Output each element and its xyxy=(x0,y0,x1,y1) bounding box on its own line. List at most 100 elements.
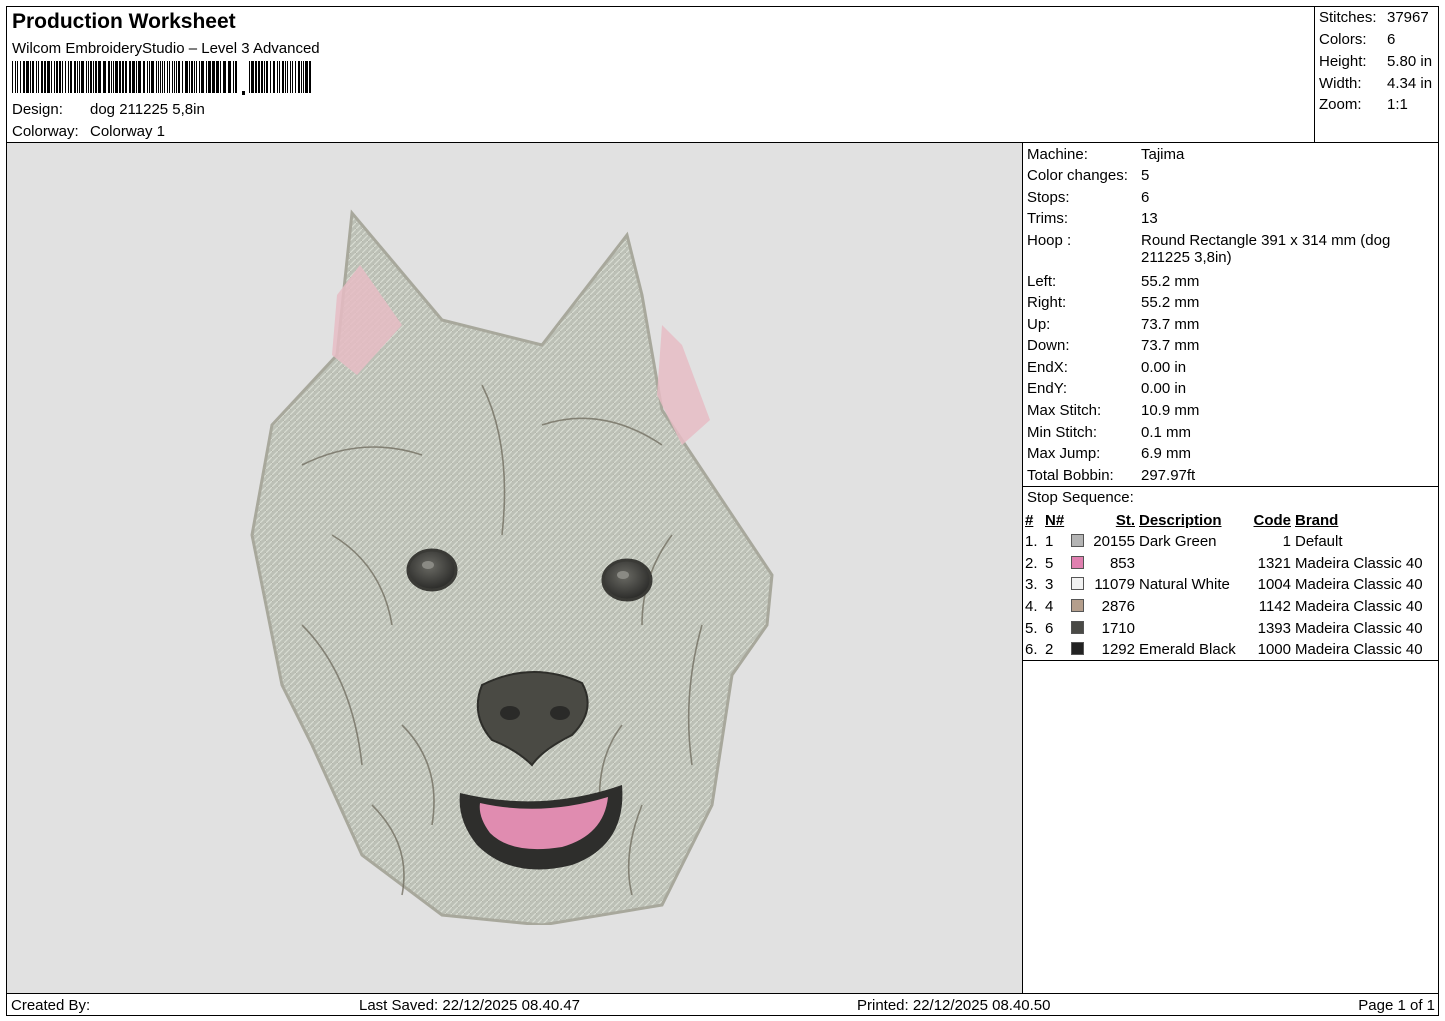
color-swatch-icon xyxy=(1071,642,1084,656)
stat-label: Width: xyxy=(1319,75,1362,92)
barcode-bar xyxy=(12,61,13,93)
barcode-bar xyxy=(138,61,141,93)
row-index: 5. xyxy=(1025,619,1038,637)
color-swatch-icon xyxy=(1071,577,1084,591)
barcode-bar xyxy=(178,61,180,93)
info-value: 13 xyxy=(1141,210,1158,227)
right-nostril xyxy=(550,706,570,720)
barcode-bar xyxy=(235,61,237,93)
barcode-bar xyxy=(151,61,154,93)
barcode-bar xyxy=(174,61,175,93)
row-stitches: 20155 xyxy=(1093,533,1135,551)
barcode-bar xyxy=(125,61,127,93)
barcode-bar xyxy=(216,61,219,93)
info-label: Stops: xyxy=(1027,189,1070,206)
row-swatch xyxy=(1071,574,1089,596)
row-description xyxy=(1139,617,1249,639)
row-stitches: 1710 xyxy=(1101,619,1135,637)
barcode-bar xyxy=(228,61,231,93)
barcode-bar xyxy=(305,61,308,93)
col-needle: N# xyxy=(1045,511,1065,529)
last-saved: Last Saved: 22/12/2025 08.40.47 xyxy=(359,997,581,1014)
stat-colors: Colors: 6 xyxy=(1319,31,1437,48)
header: Production Worksheet Wilcom EmbroiderySt… xyxy=(7,7,1315,143)
barcode-bar xyxy=(156,61,157,93)
barcode-bar xyxy=(182,61,183,93)
stat-stitches: Stitches: 37967 xyxy=(1319,9,1437,26)
stat-value: 1:1 xyxy=(1387,96,1408,113)
left-eye-highlight xyxy=(422,561,434,569)
info-value: 6.9 mm xyxy=(1141,445,1192,462)
barcode-bar xyxy=(301,61,302,93)
info-value: 0.1 mm xyxy=(1141,424,1192,441)
barcode-bar xyxy=(185,61,188,93)
color-swatch-icon xyxy=(1071,620,1084,634)
info-value: 55.2 mm xyxy=(1141,273,1200,290)
barcode-bar xyxy=(223,61,226,93)
colorway-value: Colorway 1 xyxy=(90,123,166,140)
barcode-bar xyxy=(285,61,286,93)
footer: Created By: Last Saved: 22/12/2025 08.40… xyxy=(7,993,1439,1016)
barcode-bar xyxy=(41,61,43,93)
info-label: Max Jump: xyxy=(1027,445,1101,462)
barcode-bar xyxy=(264,61,265,93)
barcode-bar xyxy=(149,61,150,93)
barcode-bar xyxy=(266,61,268,93)
barcode-bar xyxy=(32,61,34,93)
info-label: EndY: xyxy=(1027,380,1068,397)
barcode-bar xyxy=(79,61,80,93)
info-value: Round Rectangle 391 x 314 mm (dog 211225… xyxy=(1141,232,1391,266)
design-row: Design: dog 211225 5,8in xyxy=(12,101,205,118)
table-header-row: # N# St. Description Code Brand xyxy=(1025,509,1435,531)
col-index: # xyxy=(1025,511,1034,529)
barcode-bar xyxy=(167,61,168,93)
row-swatch xyxy=(1071,596,1089,618)
info-value: 73.7 mm xyxy=(1141,337,1200,354)
stat-value: 4.34 in xyxy=(1387,75,1433,92)
barcode-bar xyxy=(273,61,275,93)
stat-width: Width: 4.34 in xyxy=(1319,75,1437,92)
row-swatch xyxy=(1071,553,1089,575)
row-index: 1. xyxy=(1025,533,1038,551)
barcode-bar xyxy=(62,61,63,93)
barcode-bar xyxy=(15,61,16,93)
barcode-bar xyxy=(282,61,284,93)
barcode-bar xyxy=(270,61,271,93)
barcode-bar xyxy=(233,61,234,93)
left-nostril xyxy=(500,706,520,720)
row-code: 1004 xyxy=(1257,576,1291,594)
info-label: Left: xyxy=(1027,273,1057,290)
stat-value: 37967 xyxy=(1387,9,1429,26)
barcode-bar xyxy=(191,61,193,93)
row-description: Dark Green xyxy=(1139,533,1217,551)
page-title: Production Worksheet xyxy=(12,10,236,33)
info-label: Trims: xyxy=(1027,210,1069,227)
col-description: Description xyxy=(1139,511,1222,529)
stat-height: Height: 5.80 in xyxy=(1319,53,1437,70)
barcode-comma xyxy=(242,91,245,95)
barcode-bar xyxy=(255,61,257,93)
barcode-bar xyxy=(93,61,94,93)
colorway-row: Colorway: Colorway 1 xyxy=(12,123,165,140)
barcode-bar xyxy=(176,61,177,93)
stat-label: Stitches: xyxy=(1319,9,1377,26)
barcode-bar xyxy=(208,61,211,93)
barcode-bar xyxy=(279,61,280,93)
col-brand: Brand xyxy=(1295,511,1339,529)
barcode-bar xyxy=(206,61,207,93)
barcode-bar xyxy=(220,61,221,93)
row-brand: Madeira Classic 40 xyxy=(1295,641,1423,659)
row-brand: Madeira Classic 40 xyxy=(1295,554,1423,572)
col-swatch xyxy=(1071,509,1089,531)
row-needle: 2 xyxy=(1045,641,1054,659)
info-value: 297.97ft xyxy=(1141,467,1196,484)
color-swatch-icon xyxy=(1071,555,1084,569)
barcode-bar xyxy=(17,61,18,93)
barcode-bar xyxy=(196,61,197,93)
info-label: Hoop : xyxy=(1027,232,1072,249)
stop-sequence: Stop Sequence: # N# St. Description Code… xyxy=(1023,487,1439,661)
info-label: Down: xyxy=(1027,337,1070,354)
table-row: 5. 6 1710 1393 Madeira Classic 40 xyxy=(1025,617,1435,639)
stats-box: Stitches: 37967 Colors: 6 Height: 5.80 in W… xyxy=(1315,7,1439,143)
info-label: Machine: xyxy=(1027,146,1088,163)
